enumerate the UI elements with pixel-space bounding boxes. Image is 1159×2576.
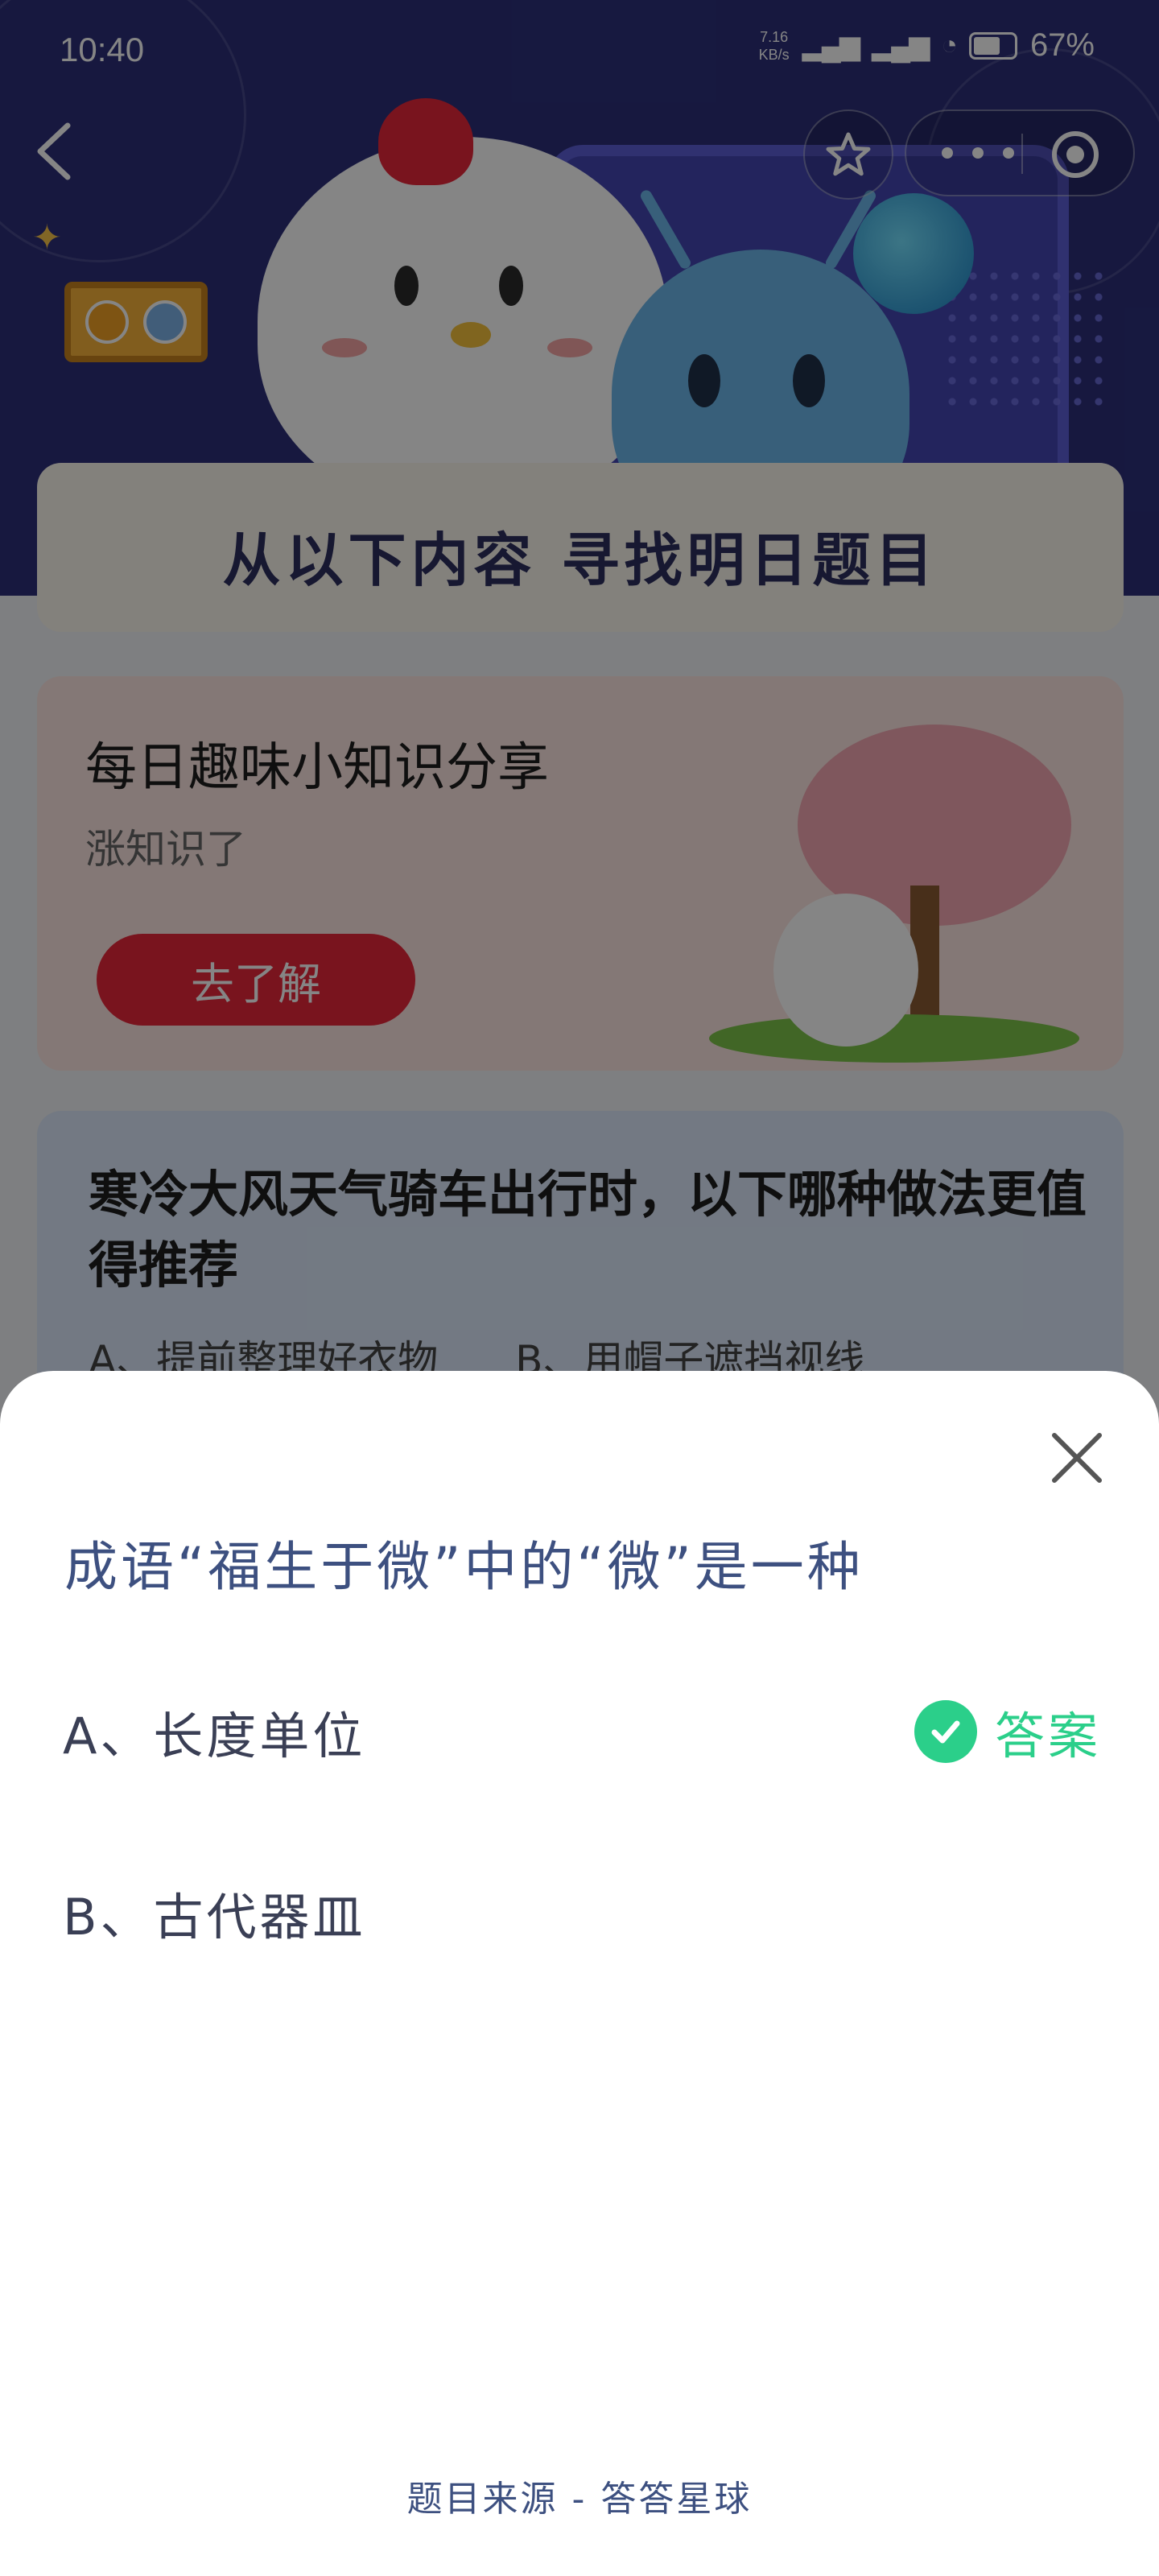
option-a-label: A、长度单位 [63,1707,366,1765]
option-b-label: B、古代器皿 [63,1888,366,1946]
answer-sheet: 成语“福生于微”中的“微”是一种 A、长度单位 答案 B、古代器皿 题目来源 -… [0,1371,1159,2576]
answer-label: 答案 [994,1707,1101,1765]
sheet-question: 成语“福生于微”中的“微”是一种 [64,1536,864,1598]
option-a[interactable]: A、长度单位 答案 [63,1687,1101,1776]
option-b[interactable]: B、古代器皿 [63,1868,1101,1957]
answer-marker: 答案 [914,1695,1101,1768]
question-source: 题目来源 - 答答星球 [406,2479,753,2520]
check-circle-icon [914,1700,977,1763]
close-icon[interactable] [1046,1427,1107,1488]
